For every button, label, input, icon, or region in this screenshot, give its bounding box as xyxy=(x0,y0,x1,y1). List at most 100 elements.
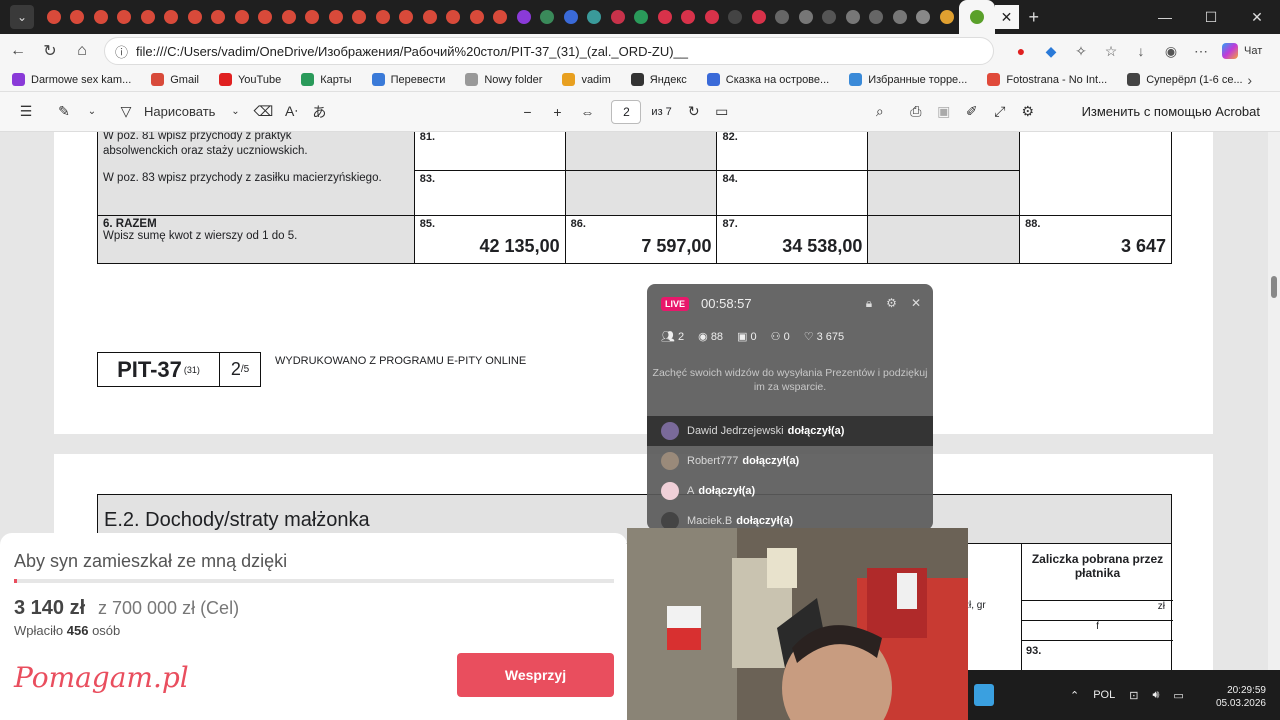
browser-tab[interactable] xyxy=(160,0,184,34)
address-input[interactable]: ⓘ file:///C:/Users/vadim/OneDrive/Изобра… xyxy=(104,37,994,65)
browser-tab[interactable] xyxy=(254,0,278,34)
bookmark-item[interactable]: Карты xyxy=(301,73,352,86)
maximize-button[interactable]: ☐ xyxy=(1188,0,1234,34)
browser-tab[interactable] xyxy=(536,0,560,34)
close-window-button[interactable]: ✕ xyxy=(1234,0,1280,34)
draw-button[interactable]: Нарисовать xyxy=(144,98,215,126)
extensions-icon[interactable]: ✧ xyxy=(1066,37,1096,65)
draw-dropdown-icon[interactable]: ⌄ xyxy=(221,98,249,126)
network-icon[interactable]: ⊡ xyxy=(1129,689,1138,702)
edit-with-acrobat-button[interactable]: Изменить с помощью Acrobat xyxy=(1082,104,1260,119)
back-button[interactable]: ← xyxy=(4,37,32,65)
browser-tab[interactable] xyxy=(677,0,701,34)
lock-icon[interactable]: 🔒︎ xyxy=(866,296,872,311)
language-indicator[interactable]: POL xyxy=(1093,689,1115,701)
clock[interactable]: 20:29:59 05.03.2026 xyxy=(1216,684,1266,710)
browser-tab[interactable] xyxy=(794,0,818,34)
browser-tab[interactable] xyxy=(42,0,66,34)
bookmark-item[interactable]: Сказка на острове... xyxy=(706,73,829,86)
save-as-icon[interactable]: ✐ xyxy=(958,98,986,126)
browser-tab[interactable] xyxy=(747,0,771,34)
browser-tab[interactable] xyxy=(113,0,137,34)
translate-icon[interactable]: あ xyxy=(305,98,333,126)
browser-tab[interactable] xyxy=(371,0,395,34)
settings-icon[interactable]: ⚙ xyxy=(886,296,897,311)
browser-tab[interactable] xyxy=(865,0,889,34)
browser-tab[interactable] xyxy=(89,0,113,34)
browser-tab[interactable] xyxy=(418,0,442,34)
zoom-in-icon[interactable]: + xyxy=(543,98,571,126)
highlight-dropdown-icon[interactable]: ⌄ xyxy=(78,98,106,126)
save-icon[interactable]: ▣ xyxy=(930,98,958,126)
minimize-button[interactable]: — xyxy=(1142,0,1188,34)
browser-tab[interactable] xyxy=(888,0,912,34)
browser-tab[interactable] xyxy=(207,0,231,34)
profile-avatar[interactable]: ◉ xyxy=(1156,37,1186,65)
browser-tab[interactable] xyxy=(324,0,348,34)
browser-tab[interactable] xyxy=(935,0,959,34)
browser-tab[interactable] xyxy=(583,0,607,34)
read-aloud-icon[interactable]: Aᐧ xyxy=(277,98,305,126)
bookmark-item[interactable]: Gmail xyxy=(151,73,199,86)
browser-tab[interactable] xyxy=(606,0,630,34)
shield-icon[interactable]: ◆ xyxy=(1036,37,1066,65)
browser-tab[interactable] xyxy=(771,0,795,34)
zoom-out-icon[interactable]: − xyxy=(513,98,541,126)
browser-tab[interactable] xyxy=(630,0,654,34)
more-menu-icon[interactable]: ⋯ xyxy=(1186,37,1216,65)
browser-tab[interactable] xyxy=(912,0,936,34)
bookmark-item[interactable]: Суперёрл (1-6 се... xyxy=(1127,73,1243,86)
bookmark-item[interactable]: Перевести xyxy=(371,73,445,86)
scrollbar-thumb[interactable] xyxy=(1271,276,1277,298)
bookmark-item[interactable]: Яндекс xyxy=(630,73,687,86)
volume-icon[interactable]: 🔊︎ xyxy=(1152,689,1159,702)
close-tab-icon[interactable]: ✕ xyxy=(994,5,1019,29)
browser-tab[interactable] xyxy=(66,0,90,34)
browser-tab[interactable] xyxy=(136,0,160,34)
browser-tab[interactable] xyxy=(818,0,842,34)
browser-tab[interactable] xyxy=(230,0,254,34)
browser-tab[interactable] xyxy=(512,0,536,34)
support-button[interactable]: Wesprzyj xyxy=(457,653,614,697)
fullscreen-icon[interactable]: ⤢ xyxy=(986,98,1014,126)
browser-tab[interactable] xyxy=(277,0,301,34)
settings-icon[interactable]: ⚙ xyxy=(1014,98,1042,126)
downloads-icon[interactable]: ↓ xyxy=(1126,37,1156,65)
bookmark-item[interactable]: Избранные торре... xyxy=(849,73,967,86)
browser-tab[interactable] xyxy=(559,0,583,34)
browser-tab[interactable] xyxy=(489,0,513,34)
browser-tab[interactable] xyxy=(301,0,325,34)
bookmarks-more-icon[interactable]: › xyxy=(1247,72,1252,88)
close-icon[interactable]: ✕ xyxy=(911,296,921,311)
extension-red-icon[interactable]: ● xyxy=(1006,37,1036,65)
bookmark-item[interactable]: Nowy folder xyxy=(465,73,542,86)
search-icon[interactable]: ⌕ xyxy=(866,98,894,126)
browser-tab[interactable] xyxy=(958,0,995,34)
browser-tab[interactable] xyxy=(841,0,865,34)
contents-icon[interactable]: ☰ xyxy=(12,98,40,126)
bookmark-item[interactable]: YouTube xyxy=(218,73,281,86)
bookmark-item[interactable]: Darmowe sex kam... xyxy=(12,73,131,86)
browser-tab[interactable] xyxy=(348,0,372,34)
home-button[interactable]: ⌂ xyxy=(68,37,96,65)
page-view-icon[interactable]: ▭ xyxy=(708,98,736,126)
browser-tab[interactable] xyxy=(395,0,419,34)
fit-page-icon[interactable]: ⇔ xyxy=(573,98,601,126)
highlight-icon[interactable]: ✎ xyxy=(50,98,78,126)
bookmark-item[interactable]: vadim xyxy=(562,73,611,86)
eraser-icon[interactable]: ⌫ xyxy=(249,98,277,126)
page-number-input[interactable]: 2 xyxy=(611,99,642,124)
browser-tab[interactable] xyxy=(183,0,207,34)
browser-tab[interactable] xyxy=(465,0,489,34)
draw-icon[interactable]: ▽ xyxy=(112,98,140,126)
favorites-icon[interactable]: ☆ xyxy=(1096,37,1126,65)
tray-expand-icon[interactable]: ⌃ xyxy=(1070,689,1079,702)
battery-icon[interactable]: ▭ xyxy=(1173,689,1183,702)
notepad-taskbar-icon[interactable] xyxy=(974,684,994,706)
copilot-button[interactable]: Чат xyxy=(1222,43,1262,59)
scrollbar[interactable] xyxy=(1268,132,1280,670)
print-icon[interactable]: ⎙ xyxy=(902,98,930,126)
bookmark-item[interactable]: Fotostrana - No Int... xyxy=(987,73,1107,86)
browser-tab[interactable] xyxy=(700,0,724,34)
reload-button[interactable]: ↻ xyxy=(36,37,64,65)
